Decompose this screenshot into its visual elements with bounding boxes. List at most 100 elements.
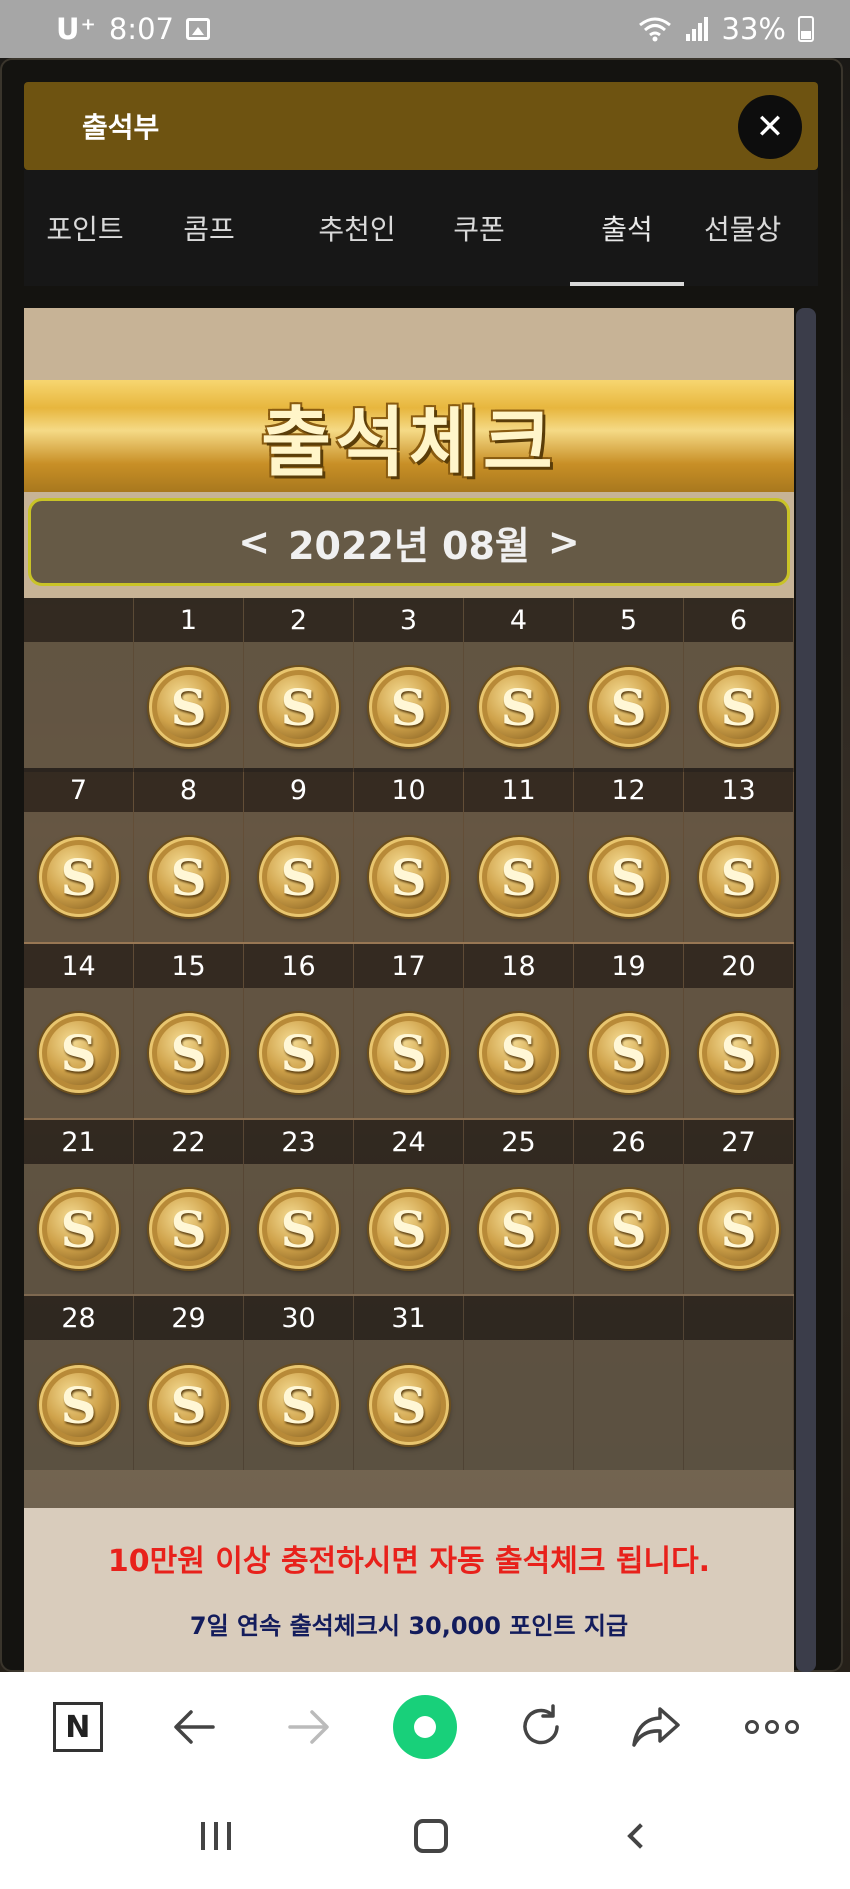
- attendance-coin-icon: S: [38, 1189, 119, 1269]
- calendar-day-cell: 25 S: [464, 1120, 574, 1294]
- reload-icon[interactable]: [506, 1692, 576, 1762]
- calendar-day-cell: 18 S: [464, 944, 574, 1118]
- recents-icon[interactable]: [201, 1821, 232, 1850]
- tab-coupon[interactable]: 쿠폰: [424, 170, 534, 286]
- calendar-day-body: S: [244, 988, 353, 1118]
- calendar-day-number: [684, 1296, 793, 1340]
- attendance-coin-icon: S: [38, 1365, 119, 1445]
- more-icon[interactable]: [737, 1692, 807, 1762]
- clock: 8:07: [108, 12, 174, 46]
- wifi-icon: [638, 17, 671, 42]
- attendance-coin-icon: S: [148, 837, 229, 917]
- attendance-coin-icon: S: [258, 1013, 339, 1093]
- battery-percent: 33%: [721, 12, 786, 46]
- attendance-coin-icon: S: [368, 1189, 449, 1269]
- month-navigator: < 2022년 08월 >: [28, 498, 790, 586]
- calendar-day-number: 4: [464, 598, 573, 642]
- attendance-banner: 출석체크: [24, 380, 794, 492]
- calendar-grid: 1 S 2 S 3 S 4 S 5 S 6 S 7 S 8 S 9 S 10 S 11 S 12 S 13 S 14 S 15 S 16 S 1…: [24, 598, 794, 1528]
- attendance-coin-icon: S: [588, 1189, 669, 1269]
- calendar-day-number: 13: [684, 768, 793, 812]
- calendar-day-number: 20: [684, 944, 793, 988]
- scrollbar[interactable]: [796, 308, 816, 1672]
- tab-point[interactable]: 포인트: [24, 170, 146, 286]
- calendar-day-number: 30: [244, 1296, 353, 1340]
- calendar-day-body: [24, 642, 133, 772]
- calendar-day-body: S: [244, 812, 353, 942]
- signal-icon: [685, 17, 708, 41]
- attendance-coin-icon: S: [698, 1189, 779, 1269]
- bonus-notice: 7일 연속 출석체크시 30,000 포인트 지급: [189, 1612, 629, 1640]
- calendar-day-body: [464, 1340, 573, 1470]
- calendar-day-number: 28: [24, 1296, 133, 1340]
- status-bar: U⁺ 8:07 33%: [0, 0, 850, 58]
- calendar-day-body: S: [684, 642, 793, 772]
- green-action-icon[interactable]: [390, 1692, 460, 1762]
- calendar-day-cell: 23 S: [244, 1120, 354, 1294]
- calendar-day-number: 23: [244, 1120, 353, 1164]
- tab-attendance[interactable]: 출석: [570, 170, 684, 286]
- calendar-day-body: S: [684, 988, 793, 1118]
- calendar-day-number: 26: [574, 1120, 683, 1164]
- share-icon[interactable]: [621, 1692, 691, 1762]
- attendance-coin-icon: S: [588, 667, 669, 747]
- calendar-day-cell: 21 S: [24, 1120, 134, 1294]
- tab-comp[interactable]: 콤프: [154, 170, 264, 286]
- calendar-day-cell: 16 S: [244, 944, 354, 1118]
- tab-gift[interactable]: 선물상: [704, 170, 818, 286]
- calendar-day-body: S: [464, 988, 573, 1118]
- attendance-coin-icon: S: [588, 1013, 669, 1093]
- attendance-coin-icon: S: [148, 1013, 229, 1093]
- calendar-day-number: 17: [354, 944, 463, 988]
- active-tab-indicator: [570, 282, 684, 286]
- attendance-coin-icon: S: [698, 837, 779, 917]
- calendar-empty-cell: [574, 1296, 684, 1470]
- next-month-button[interactable]: >: [548, 520, 580, 564]
- calendar-day-cell: 13 S: [684, 768, 794, 942]
- calendar-day-cell: 11 S: [464, 768, 574, 942]
- auto-attendance-notice: 10만원 이상 충전하시면 자동 출석체크 됩니다.: [107, 1544, 711, 1579]
- attendance-coin-icon: S: [258, 1189, 339, 1269]
- browser-toolbar: N: [0, 1672, 850, 1782]
- calendar-day-number: 1: [134, 598, 243, 642]
- attendance-coin-icon: S: [368, 837, 449, 917]
- calendar-day-cell: 28 S: [24, 1296, 134, 1470]
- back-arrow-icon[interactable]: [159, 1692, 229, 1762]
- calendar-day-body: S: [244, 642, 353, 772]
- close-button[interactable]: ✕: [738, 95, 802, 159]
- forward-arrow-icon[interactable]: [274, 1692, 344, 1762]
- calendar-empty-cell: [684, 1296, 794, 1470]
- calendar-day-cell: 4S: [464, 598, 574, 772]
- calendar-day-body: S: [354, 988, 463, 1118]
- attendance-coin-icon: S: [148, 1189, 229, 1269]
- calendar-day-cell: 31 S: [354, 1296, 464, 1470]
- calendar-day-cell: 27 S: [684, 1120, 794, 1294]
- attendance-coin-icon: S: [588, 837, 669, 917]
- calendar-day-body: [574, 1340, 683, 1470]
- naver-home-icon[interactable]: N: [43, 1692, 113, 1762]
- calendar-day-cell: 5S: [574, 598, 684, 772]
- calendar-day-number: 7: [24, 768, 133, 812]
- calendar-day-body: S: [134, 988, 243, 1118]
- tab-referral[interactable]: 추천인: [292, 170, 422, 286]
- calendar-day-number: 12: [574, 768, 683, 812]
- calendar-day-number: 29: [134, 1296, 243, 1340]
- calendar-day-number: 9: [244, 768, 353, 812]
- calendar-day-cell: 9S: [244, 768, 354, 942]
- calendar-day-body: S: [464, 812, 573, 942]
- home-icon[interactable]: [413, 1818, 448, 1853]
- calendar-day-number: 24: [354, 1120, 463, 1164]
- calendar-day-cell: 17 S: [354, 944, 464, 1118]
- calendar-day-number: 22: [134, 1120, 243, 1164]
- calendar-day-number: 8: [134, 768, 243, 812]
- attendance-coin-icon: S: [698, 1013, 779, 1093]
- calendar-day-number: 14: [24, 944, 133, 988]
- calendar-day-body: S: [574, 642, 683, 772]
- calendar-day-cell: 10 S: [354, 768, 464, 942]
- calendar-day-cell: 12 S: [574, 768, 684, 942]
- prev-month-button[interactable]: <: [238, 520, 270, 564]
- system-back-icon[interactable]: [626, 1822, 653, 1849]
- calendar-day-number: [464, 1296, 573, 1340]
- calendar-day-number: 19: [574, 944, 683, 988]
- attendance-coin-icon: S: [478, 837, 559, 917]
